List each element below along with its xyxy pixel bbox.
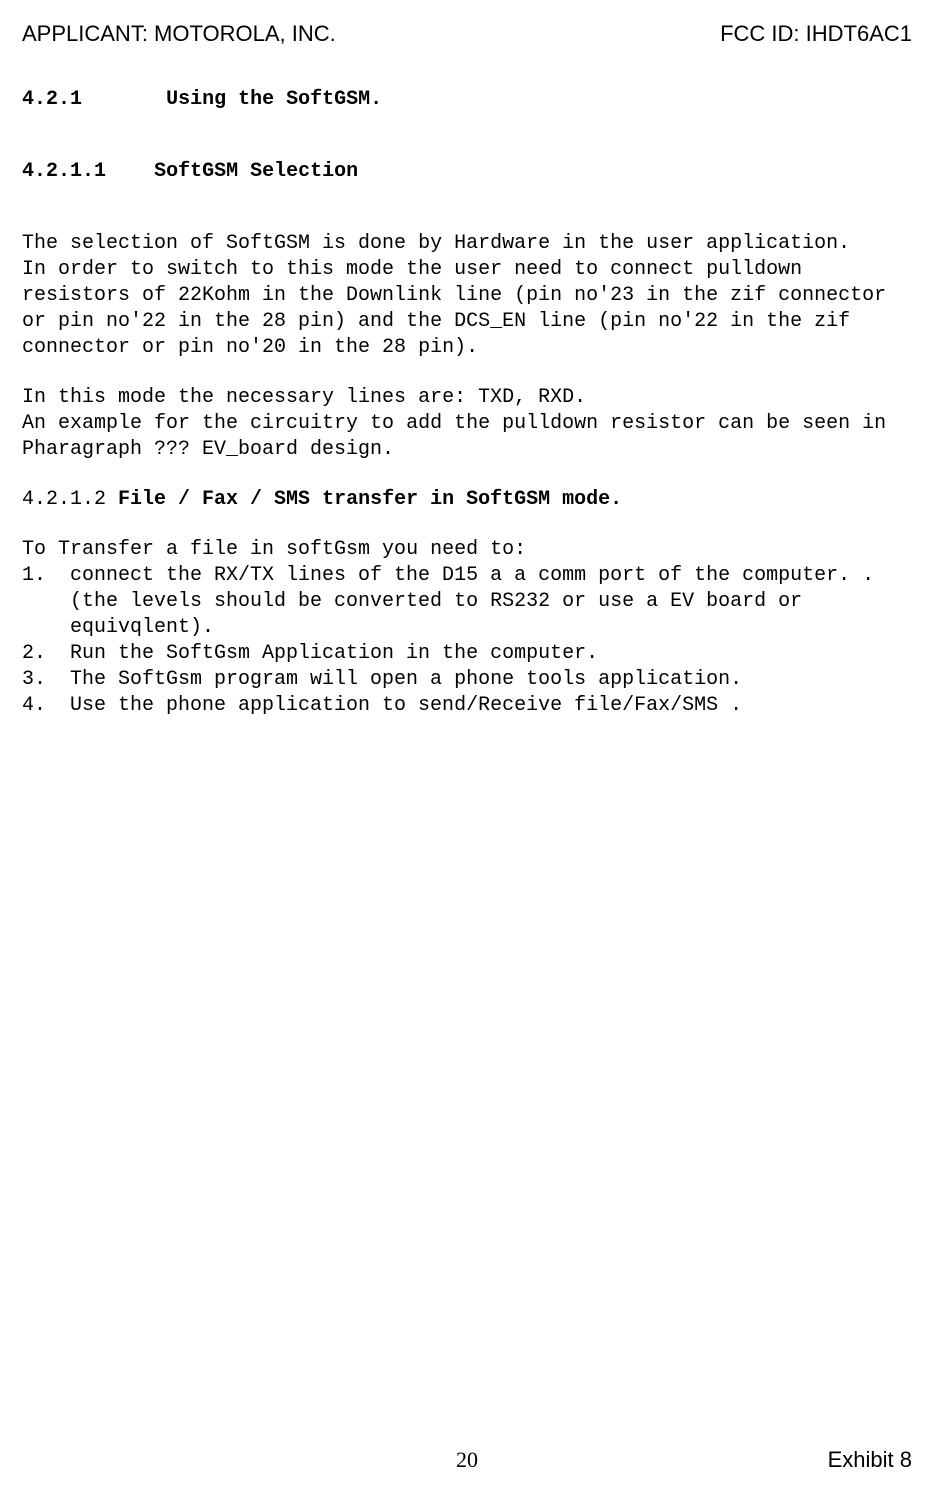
applicant-label: APPLICANT: MOTOROLA, INC.: [22, 20, 336, 49]
page-number: 20: [456, 1446, 478, 1475]
paragraph-2: In order to switch to this mode the user…: [22, 257, 912, 361]
list-item: 1. connect the RX/TX lines of the D15 a …: [22, 563, 912, 641]
list-item: 4. Use the phone application to send/Rec…: [22, 693, 912, 719]
list-text: connect the RX/TX lines of the D15 a a c…: [70, 563, 912, 641]
page-footer: 20 Exhibit 8: [22, 1446, 912, 1475]
list-text: Use the phone application to send/Receiv…: [70, 693, 912, 719]
fcc-id: FCC ID: IHDT6AC1: [720, 20, 912, 49]
paragraph-1: The selection of SoftGSM is done by Hard…: [22, 231, 912, 257]
section-title: File / Fax / SMS transfer in SoftGSM mod…: [118, 488, 622, 511]
exhibit-label: Exhibit 8: [828, 1446, 912, 1475]
list-number: 3.: [22, 667, 70, 693]
section-4-2-1-1: 4.2.1.1 SoftGSM Selection: [22, 159, 912, 185]
section-title: SoftGSM Selection: [154, 160, 358, 183]
list-item: 2. Run the SoftGsm Application in the co…: [22, 641, 912, 667]
list-text: Run the SoftGsm Application in the compu…: [70, 641, 912, 667]
list-item: 3. The SoftGsm program will open a phone…: [22, 667, 912, 693]
section-title: Using the SoftGSM.: [166, 88, 382, 111]
list-intro: To Transfer a file in softGsm you need t…: [22, 537, 912, 563]
section-4-2-1-2: 4.2.1.2 File / Fax / SMS transfer in Sof…: [22, 487, 912, 513]
section-number: 4.2.1.2: [22, 488, 106, 511]
page-header: APPLICANT: MOTOROLA, INC. FCC ID: IHDT6A…: [22, 20, 912, 49]
section-number: 4.2.1: [22, 88, 82, 111]
paragraph-4: An example for the circuitry to add the …: [22, 411, 912, 463]
list-number: 1.: [22, 563, 70, 641]
paragraph-3: In this mode the necessary lines are: TX…: [22, 385, 912, 411]
section-number: 4.2.1.1: [22, 160, 106, 183]
list-number: 2.: [22, 641, 70, 667]
list-number: 4.: [22, 693, 70, 719]
section-4-2-1: 4.2.1 Using the SoftGSM.: [22, 87, 912, 113]
list-text: The SoftGsm program will open a phone to…: [70, 667, 912, 693]
